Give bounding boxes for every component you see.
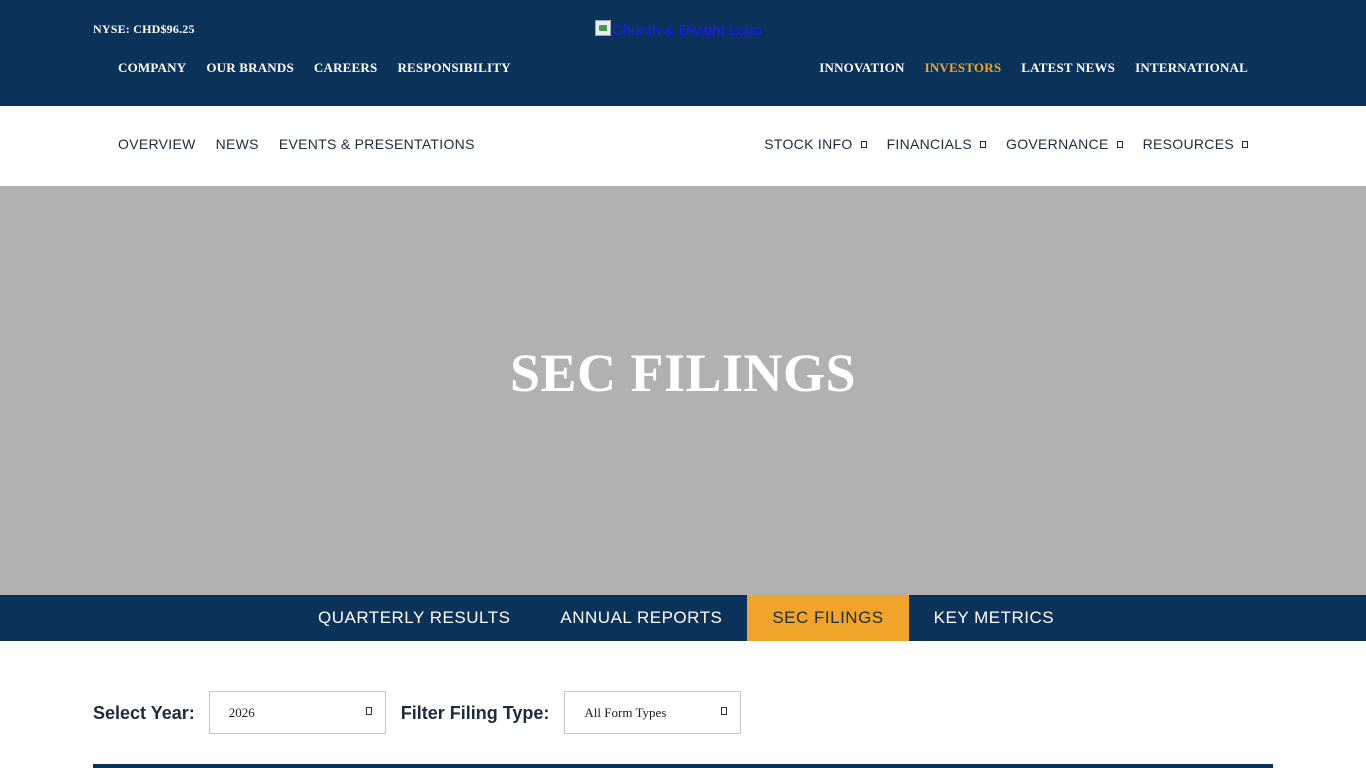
financials-tab-bar: QUARTERLY RESULTS ANNUAL REPORTS SEC FIL… — [0, 595, 1366, 641]
filings-table-header-bar — [93, 764, 1273, 768]
year-select-label: Select Year: — [93, 702, 195, 723]
page-title: SEC FILINGS — [509, 343, 857, 403]
logo-alt-text: Church & Dwight Logo — [612, 22, 763, 39]
filing-type-select[interactable]: All Form Types — [564, 691, 742, 734]
nav-international[interactable]: INTERNATIONAL — [1125, 60, 1258, 76]
sub-nav-overview[interactable]: OVERVIEW — [108, 136, 206, 152]
filing-type-value: All Form Types — [584, 704, 667, 720]
tab-annual-reports[interactable]: ANNUAL REPORTS — [535, 595, 747, 641]
sub-nav-governance[interactable]: GOVERNANCE — [996, 136, 1133, 152]
sub-nav-label: NEWS — [215, 136, 259, 152]
chevron-down-icon — [365, 707, 372, 715]
sub-nav-label: EVENTS & PRESENTATIONS — [278, 136, 475, 152]
hero-banner: SEC FILINGS — [0, 186, 1366, 595]
sub-nav-right: STOCK INFO FINANCIALS GOVERNANCE RESOURC… — [754, 136, 1258, 152]
sub-nav-label: RESOURCES — [1142, 136, 1234, 152]
stock-ticker: NYSE: CHD$96.25 — [93, 22, 195, 36]
nav-our-brands[interactable]: OUR BRANDS — [196, 60, 304, 76]
sub-nav-events-presentations[interactable]: EVENTS & PRESENTATIONS — [269, 136, 485, 152]
nav-responsibility[interactable]: RESPONSIBILITY — [387, 60, 520, 76]
sub-nav-label: OVERVIEW — [118, 136, 196, 152]
site-logo[interactable]: Church & Dwight Logo — [595, 20, 762, 42]
site-header: NYSE: CHD$96.25 Church & Dwight Logo COM… — [0, 0, 1366, 106]
chevron-down-icon — [1242, 140, 1248, 148]
sub-nav-financials[interactable]: FINANCIALS — [877, 136, 996, 152]
tab-quarterly-results[interactable]: QUARTERLY RESULTS — [293, 595, 535, 641]
sub-nav-label: GOVERNANCE — [1006, 136, 1109, 152]
filings-filters: Select Year: 2026 Filter Filing Type: Al… — [93, 691, 742, 734]
year-select[interactable]: 2026 — [208, 691, 386, 734]
investor-sub-nav: OVERVIEW NEWS EVENTS & PRESENTATIONS STO… — [0, 106, 1366, 186]
filing-type-label: Filter Filing Type: — [400, 702, 550, 723]
tab-sec-filings[interactable]: SEC FILINGS — [747, 595, 909, 641]
sub-nav-resources[interactable]: RESOURCES — [1133, 136, 1258, 152]
year-select-value: 2026 — [228, 704, 255, 720]
sub-nav-label: FINANCIALS — [886, 136, 973, 152]
nav-innovation[interactable]: INNOVATION — [809, 60, 914, 76]
sub-nav-news[interactable]: NEWS — [206, 136, 269, 152]
chevron-down-icon — [721, 707, 728, 715]
chevron-down-icon — [1116, 140, 1123, 148]
sub-nav-stock-info[interactable]: STOCK INFO — [754, 136, 876, 152]
nav-company[interactable]: COMPANY — [108, 60, 196, 76]
chevron-down-icon — [860, 140, 867, 148]
tabs: QUARTERLY RESULTS ANNUAL REPORTS SEC FIL… — [293, 595, 1079, 641]
nav-careers[interactable]: CAREERS — [304, 60, 388, 76]
sub-nav-left: OVERVIEW NEWS EVENTS & PRESENTATIONS — [108, 136, 485, 152]
nav-investors[interactable]: INVESTORS — [915, 60, 1012, 76]
chevron-down-icon — [980, 140, 987, 148]
main-nav-left: COMPANY OUR BRANDS CAREERS RESPONSIBILIT… — [108, 60, 521, 76]
sub-nav-label: STOCK INFO — [764, 136, 853, 152]
tab-key-metrics[interactable]: KEY METRICS — [909, 595, 1079, 641]
broken-image-icon — [595, 20, 611, 36]
main-nav-right: INNOVATION INVESTORS LATEST NEWS INTERNA… — [809, 60, 1258, 76]
nav-latest-news[interactable]: LATEST NEWS — [1011, 60, 1125, 76]
